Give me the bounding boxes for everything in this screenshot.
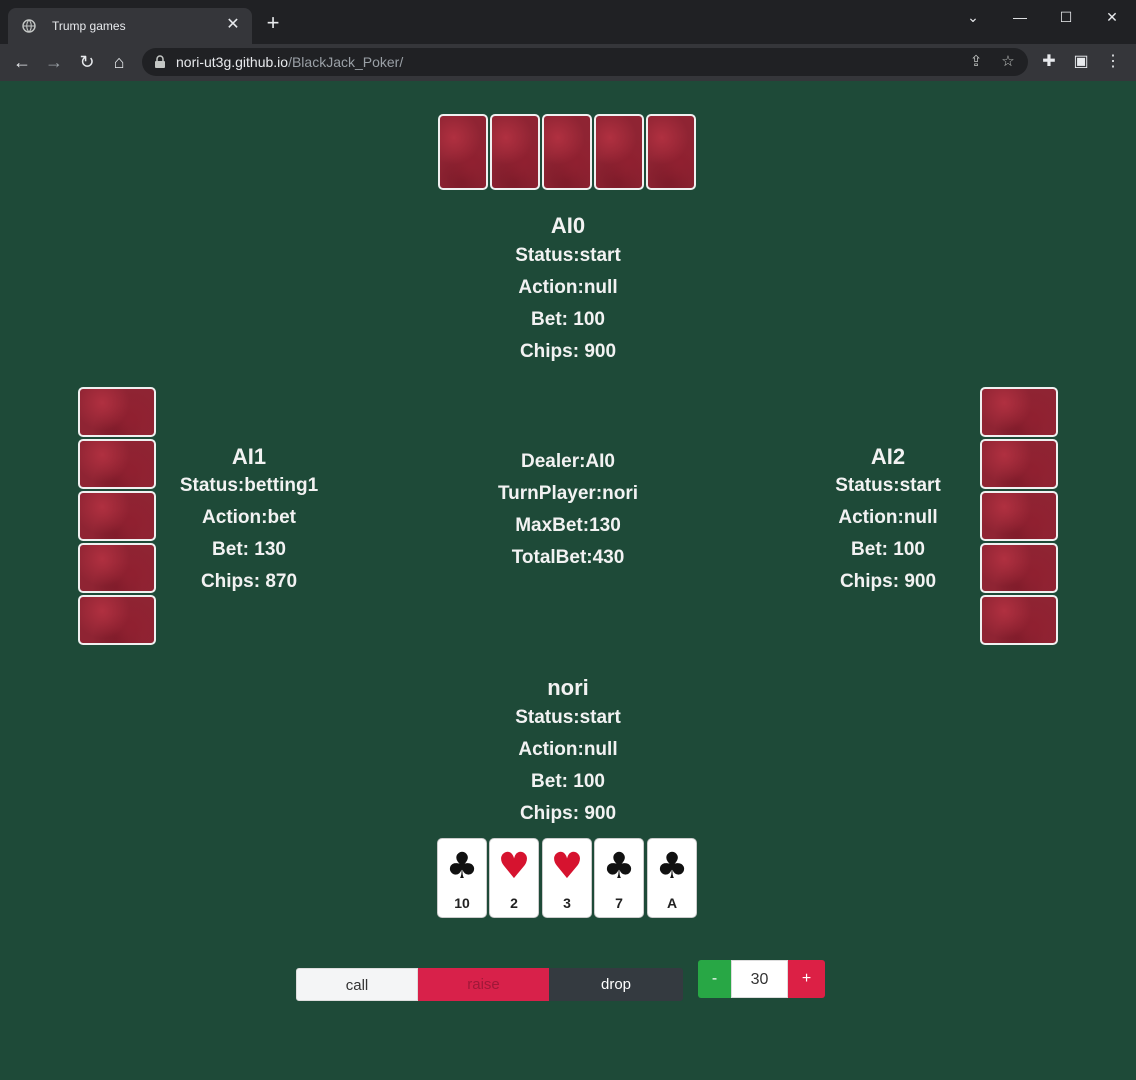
player-name: AI2 — [870, 444, 906, 469]
close-window-icon[interactable]: ✕ — [1097, 6, 1127, 28]
player-chips: Chips: 900 — [839, 571, 937, 592]
card-back — [594, 114, 644, 190]
card-back — [542, 114, 592, 190]
increase-amount-button[interactable]: + — [788, 960, 825, 998]
raise-button[interactable]: raise — [418, 968, 549, 1001]
forward-arrow-icon[interactable]: → — [42, 50, 66, 74]
total-bet-label: TotalBet:430 — [511, 547, 625, 568]
player-status: Status:start — [515, 707, 621, 728]
player-chips: Chips: 900 — [519, 341, 617, 362]
raise-amount-input[interactable]: 30 — [731, 960, 788, 998]
playing-card[interactable]: ♣ A — [647, 838, 697, 918]
card-back — [980, 439, 1058, 489]
close-tab-icon[interactable]: ✕ — [224, 16, 242, 34]
player-chips: Chips: 870 — [200, 571, 298, 592]
club-suit-icon: ♣ — [655, 846, 689, 887]
url-host: nori-ut3g.github.io — [176, 54, 289, 70]
dealer-label: Dealer:AI0 — [521, 451, 615, 472]
card-back — [438, 114, 488, 190]
browser-tab[interactable]: Trump games ✕ — [8, 8, 252, 44]
card-back — [490, 114, 540, 190]
minimize-icon[interactable]: — — [1005, 6, 1035, 28]
right-player-info: AI2 Status:start Action:null Bet: 100 Ch… — [800, 444, 976, 598]
globe-icon — [22, 19, 36, 33]
club-suit-icon: ♣ — [445, 846, 479, 887]
tab-title: Trump games — [52, 19, 126, 33]
player-chips: Chips: 900 — [519, 803, 617, 824]
max-bet-label: MaxBet:130 — [515, 515, 621, 536]
maximize-icon[interactable]: ☐ — [1051, 6, 1081, 28]
heart-suit-icon: ♥ — [497, 846, 531, 887]
card-rank: 10 — [454, 895, 470, 911]
left-player-info: AI1 Status:betting1 Action:bet Bet: 130 … — [160, 444, 338, 598]
bottom-player-info: nori Status:start Action:null Bet: 100 C… — [468, 674, 668, 830]
profile-avatar-icon[interactable]: ▣ — [1069, 50, 1093, 74]
lock-icon — [155, 55, 165, 68]
card-back — [980, 595, 1058, 645]
player-action: Action:null — [518, 739, 618, 760]
player-bet: Bet: 100 — [531, 771, 605, 792]
new-tab-icon[interactable]: + — [262, 12, 284, 34]
drop-button[interactable]: drop — [549, 968, 683, 1001]
back-arrow-icon[interactable]: ← — [10, 50, 34, 74]
player-action: Action:bet — [202, 507, 296, 528]
tab-strip: Trump games ✕ + ⌄ — ☐ ✕ — [0, 0, 1136, 44]
home-icon[interactable]: ⌂ — [107, 50, 131, 74]
top-player-info: AI0 Status:start Action:null Bet: 100 Ch… — [468, 212, 668, 368]
card-rank: 3 — [563, 895, 571, 911]
card-back — [980, 543, 1058, 593]
player-bet: Bet: 100 — [851, 539, 925, 560]
playing-card[interactable]: ♥ 3 — [542, 838, 592, 918]
extensions-puzzle-icon[interactable]: ✚ — [1037, 50, 1061, 74]
address-bar[interactable]: nori-ut3g.github.io/BlackJack_Poker/ ⇪ ☆ — [142, 48, 1028, 76]
card-back — [646, 114, 696, 190]
player-bet: Bet: 130 — [212, 539, 286, 560]
browser-chrome: Trump games ✕ + ⌄ — ☐ ✕ ← → ↻ ⌂ nori-ut3… — [0, 0, 1136, 81]
card-rank: 2 — [510, 895, 518, 911]
heart-suit-icon: ♥ — [550, 846, 584, 887]
card-back — [78, 439, 156, 489]
player-bet: Bet: 100 — [531, 309, 605, 330]
player-status: Status:start — [515, 245, 621, 266]
player-name: nori — [547, 675, 589, 700]
playing-card[interactable]: ♣ 10 — [437, 838, 487, 918]
club-suit-icon: ♣ — [602, 846, 636, 887]
bookmark-star-icon[interactable]: ☆ — [998, 52, 1018, 72]
card-rank: A — [666, 895, 678, 911]
decrease-amount-button[interactable]: - — [698, 960, 731, 998]
reload-icon[interactable]: ↻ — [75, 50, 99, 74]
player-action: Action:null — [518, 277, 618, 298]
browser-toolbar: ← → ↻ ⌂ nori-ut3g.github.io/BlackJack_Po… — [0, 44, 1136, 81]
url-path: /BlackJack_Poker/ — [288, 54, 404, 70]
tab-search-chevron-icon[interactable]: ⌄ — [958, 6, 988, 28]
turn-player-label: TurnPlayer:nori — [497, 483, 639, 504]
playing-card[interactable]: ♥ 2 — [489, 838, 539, 918]
player-name: AI0 — [550, 213, 586, 238]
card-rank: 7 — [615, 895, 623, 911]
share-icon[interactable]: ⇪ — [966, 52, 986, 72]
card-back — [980, 491, 1058, 541]
call-button[interactable]: call — [296, 968, 418, 1001]
playing-card[interactable]: ♣ 7 — [594, 838, 644, 918]
url-text: nori-ut3g.github.io/BlackJack_Poker/ — [176, 54, 403, 70]
card-back — [78, 595, 156, 645]
card-back — [980, 387, 1058, 437]
card-back — [78, 387, 156, 437]
card-back — [78, 543, 156, 593]
card-back — [78, 491, 156, 541]
player-name: AI1 — [231, 444, 267, 469]
table-info: Dealer:AI0 TurnPlayer:nori MaxBet:130 To… — [468, 446, 668, 574]
player-status: Status:start — [835, 475, 941, 496]
player-status: Status:betting1 — [179, 475, 319, 496]
player-action: Action:null — [838, 507, 938, 528]
menu-kebab-icon[interactable]: ⋮ — [1101, 50, 1125, 74]
